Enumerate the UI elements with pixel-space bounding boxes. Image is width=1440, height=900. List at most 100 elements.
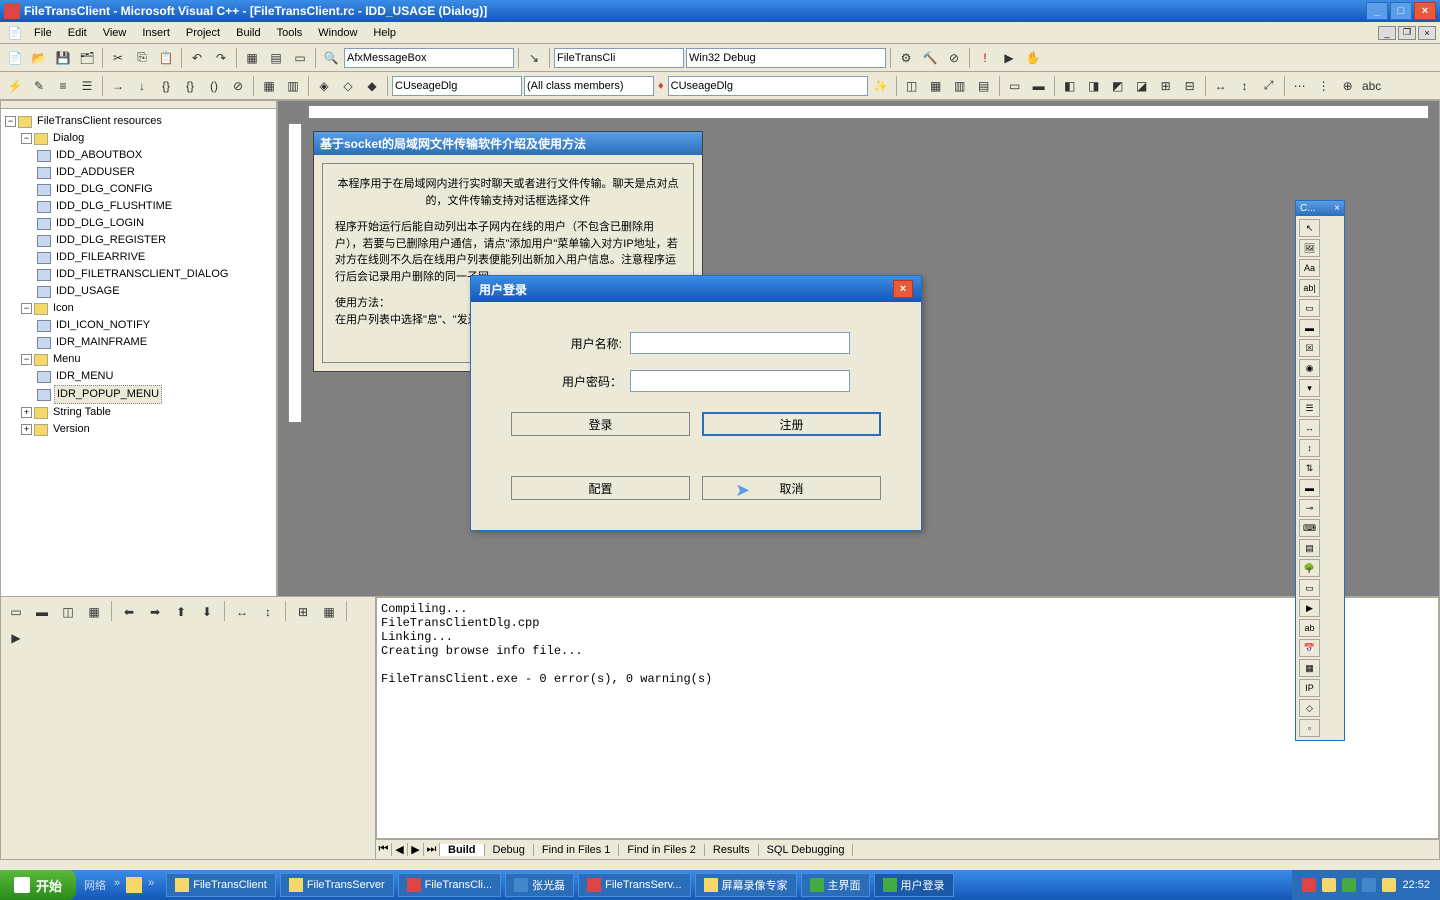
tool-tab-icon[interactable]: ▭ bbox=[1299, 579, 1320, 597]
tool-hotkey-icon[interactable]: ⌨ bbox=[1299, 519, 1320, 537]
tree-string-folder[interactable]: String Table bbox=[51, 404, 113, 421]
task-item-active[interactable]: 用户登录 bbox=[874, 873, 954, 897]
tb2-icon-10[interactable]: ⊘ bbox=[227, 75, 249, 97]
align-bottom-icon[interactable]: ⬇ bbox=[196, 601, 218, 623]
tb2-icon-20[interactable]: ◫ bbox=[901, 75, 923, 97]
tb2-icon-36[interactable]: ⋮ bbox=[1313, 75, 1335, 97]
tb2-icon-13[interactable]: ◈ bbox=[313, 75, 335, 97]
save-all-icon[interactable]: 🗂 bbox=[76, 47, 98, 69]
tray-icon[interactable] bbox=[1362, 878, 1376, 892]
tool-listctrl-icon[interactable]: ▤ bbox=[1299, 539, 1320, 557]
tb2-icon-6[interactable]: ↓ bbox=[131, 75, 153, 97]
tb2-icon-12[interactable]: ▥ bbox=[282, 75, 304, 97]
menu-build[interactable]: Build bbox=[228, 25, 268, 41]
output-tab-find1[interactable]: Find in Files 1 bbox=[534, 844, 619, 856]
tree-toggle-icon[interactable]: − bbox=[21, 303, 32, 314]
toolbox-titlebar[interactable]: C... × bbox=[1296, 201, 1344, 216]
tb2-icon-33[interactable]: ↕ bbox=[1234, 75, 1256, 97]
tool-spin-icon[interactable]: ⇅ bbox=[1299, 459, 1320, 477]
tree-item[interactable]: IDR_MENU bbox=[54, 368, 115, 385]
tb2-icon-23[interactable]: ▤ bbox=[973, 75, 995, 97]
tb2-icon-32[interactable]: ↔ bbox=[1210, 75, 1232, 97]
center-v-icon[interactable]: ↕ bbox=[257, 601, 279, 623]
tool-vscroll-icon[interactable]: ↕ bbox=[1299, 439, 1320, 457]
tree-item[interactable]: IDD_FILETRANSCLIENT_DIALOG bbox=[54, 266, 230, 283]
copy-icon[interactable]: ⎘ bbox=[131, 47, 153, 69]
tool-button-icon[interactable]: ▬ bbox=[1299, 319, 1320, 337]
tool-static-icon[interactable]: Aa bbox=[1299, 259, 1320, 277]
task-item[interactable]: 主界面 bbox=[801, 873, 870, 897]
clock[interactable]: 22:52 bbox=[1402, 879, 1430, 891]
tree-toggle-icon[interactable]: − bbox=[21, 133, 32, 144]
quick-launch-icon[interactable] bbox=[126, 877, 142, 893]
tree-toggle-icon[interactable]: + bbox=[21, 424, 32, 435]
tb2-icon-3[interactable]: ≡ bbox=[52, 75, 74, 97]
task-item[interactable]: FileTransClient bbox=[166, 873, 276, 897]
tree-item[interactable]: IDD_DLG_CONFIG bbox=[54, 181, 155, 198]
tool-month-icon[interactable]: ▦ bbox=[1299, 659, 1320, 677]
menu-view[interactable]: View bbox=[95, 25, 135, 41]
tb2-icon-28[interactable]: ◩ bbox=[1107, 75, 1129, 97]
tree-item[interactable]: IDR_MAINFRAME bbox=[54, 334, 149, 351]
tool-list-icon[interactable]: ☰ bbox=[1299, 399, 1320, 417]
tb2-icon-22[interactable]: ▥ bbox=[949, 75, 971, 97]
menu-insert[interactable]: Insert bbox=[134, 25, 178, 41]
tree-item[interactable]: IDD_FILEARRIVE bbox=[54, 249, 147, 266]
tree-version-folder[interactable]: Version bbox=[51, 421, 92, 438]
tb2-icon-31[interactable]: ⊟ bbox=[1179, 75, 1201, 97]
tool-animate-icon[interactable]: ▶ bbox=[1299, 599, 1320, 617]
execute-icon[interactable]: ! bbox=[974, 47, 996, 69]
tb2-icon-30[interactable]: ⊞ bbox=[1155, 75, 1177, 97]
tree-icon-folder[interactable]: Icon bbox=[51, 300, 76, 317]
cut-icon[interactable]: ✂ bbox=[107, 47, 129, 69]
tab-nav-last[interactable]: ⏭ bbox=[424, 843, 440, 856]
menu-project[interactable]: Project bbox=[178, 25, 228, 41]
chevron-icon[interactable]: » bbox=[112, 877, 122, 893]
tool-progress-icon[interactable]: ▬ bbox=[1299, 479, 1320, 497]
tree-toggle-icon[interactable]: + bbox=[21, 407, 32, 418]
tb2-icon-8[interactable]: {} bbox=[179, 75, 201, 97]
tree-item[interactable]: IDI_ICON_NOTIFY bbox=[54, 317, 152, 334]
tree-item[interactable]: IDD_DLG_FLUSHTIME bbox=[54, 198, 174, 215]
maximize-button[interactable]: □ bbox=[1390, 2, 1412, 20]
tree-menu-folder[interactable]: Menu bbox=[51, 351, 83, 368]
tree-item[interactable]: IDD_ADDUSER bbox=[54, 164, 137, 181]
align-top-icon[interactable]: ⬆ bbox=[170, 601, 192, 623]
tb2-icon-24[interactable]: ▭ bbox=[1004, 75, 1026, 97]
tb2-icon-37[interactable]: ⊕ bbox=[1337, 75, 1359, 97]
mdi-minimize-button[interactable]: _ bbox=[1378, 26, 1396, 40]
class-combo[interactable] bbox=[392, 76, 522, 96]
task-item[interactable]: FileTransServ... bbox=[578, 873, 690, 897]
layout-icon[interactable]: ▬ bbox=[31, 601, 53, 623]
member-combo[interactable] bbox=[668, 76, 868, 96]
toolbox-close-icon[interactable]: × bbox=[1334, 203, 1340, 214]
filter-combo[interactable] bbox=[524, 76, 654, 96]
output-tab-build[interactable]: Build bbox=[440, 844, 485, 856]
tb2-icon-5[interactable]: → bbox=[107, 75, 129, 97]
layout-icon[interactable]: ◫ bbox=[57, 601, 79, 623]
align-right-icon[interactable]: ➡ bbox=[144, 601, 166, 623]
tool-richedit-icon[interactable]: ab bbox=[1299, 619, 1320, 637]
tree-item[interactable]: IDD_DLG_LOGIN bbox=[54, 215, 146, 232]
config-button[interactable]: 配置 bbox=[511, 476, 690, 500]
task-item[interactable]: FileTransServer bbox=[280, 873, 394, 897]
close-button[interactable]: × bbox=[1414, 2, 1436, 20]
mdi-close-button[interactable]: × bbox=[1418, 26, 1436, 40]
test-icon[interactable]: ▶ bbox=[5, 627, 27, 649]
login-close-button[interactable]: × bbox=[893, 280, 913, 298]
start-button[interactable]: 开始 bbox=[0, 870, 76, 900]
project-combo[interactable] bbox=[554, 48, 684, 68]
tree-item[interactable]: IDD_ABOUTBOX bbox=[54, 147, 144, 164]
menu-help[interactable]: Help bbox=[365, 25, 404, 41]
password-input[interactable] bbox=[630, 370, 850, 392]
tb2-icon-26[interactable]: ◧ bbox=[1059, 75, 1081, 97]
find-icon[interactable]: 🔍 bbox=[320, 47, 342, 69]
chevron-icon[interactable]: » bbox=[146, 877, 156, 893]
tb2-icon-15[interactable]: ◆ bbox=[361, 75, 383, 97]
mdi-restore-button[interactable]: ❐ bbox=[1398, 26, 1416, 40]
login-titlebar[interactable]: 用户登录 × bbox=[471, 276, 921, 302]
save-icon[interactable]: 💾 bbox=[52, 47, 74, 69]
tb2-icon-38[interactable]: abc bbox=[1361, 75, 1383, 97]
tray-icon[interactable] bbox=[1302, 878, 1316, 892]
tb2-icon-1[interactable]: ⚡ bbox=[4, 75, 26, 97]
